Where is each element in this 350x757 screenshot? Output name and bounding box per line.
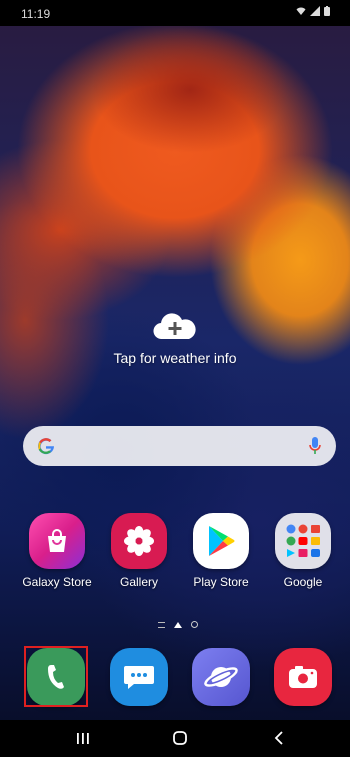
google-search-bar[interactable] [23, 426, 336, 466]
signal-icon [310, 6, 320, 16]
recent-apps-icon[interactable] [72, 728, 94, 748]
home-icon[interactable] [169, 728, 191, 748]
page-indicator-home-icon [174, 621, 182, 628]
app-label: Galaxy Store [22, 575, 92, 589]
app-play-store[interactable]: Play Store [181, 513, 261, 589]
status-bar: 11:19 [0, 0, 350, 26]
app-galaxy-store[interactable]: Galaxy Store [17, 513, 97, 589]
wifi-icon [296, 7, 306, 15]
play-store-icon [193, 513, 249, 569]
dock-app-messages[interactable] [99, 648, 179, 706]
app-label: Google [283, 575, 323, 589]
wallpaper [0, 0, 350, 757]
dock-app-internet[interactable] [181, 648, 261, 706]
camera-icon [274, 648, 332, 706]
google-g-icon [38, 438, 54, 455]
internet-planet-icon [192, 648, 250, 706]
phone-highlight-box [24, 646, 88, 707]
weather-widget[interactable]: Tap for weather info [0, 312, 350, 366]
back-icon[interactable] [268, 728, 290, 748]
battery-icon [324, 6, 330, 16]
status-icons [296, 6, 330, 16]
cloud-add-icon [153, 313, 196, 340]
clock: 11:19 [21, 7, 51, 21]
weather-label: Tap for weather info [113, 350, 237, 366]
gallery-flower-icon [111, 513, 167, 569]
google-folder-icon [275, 513, 331, 569]
galaxy-store-bag-icon [29, 513, 85, 569]
page-indicator-menu [158, 621, 165, 628]
app-label: Gallery [119, 575, 158, 589]
app-google-folder[interactable]: Google [263, 513, 343, 589]
app-label: Play Store [193, 575, 249, 589]
messages-icon [110, 648, 168, 706]
app-gallery[interactable]: Gallery [99, 513, 179, 589]
navigation-bar [0, 720, 350, 757]
dock-app-camera[interactable] [263, 648, 343, 706]
page-indicator [158, 621, 198, 628]
microphone-icon[interactable] [308, 436, 322, 456]
page-indicator-dot [191, 621, 198, 628]
